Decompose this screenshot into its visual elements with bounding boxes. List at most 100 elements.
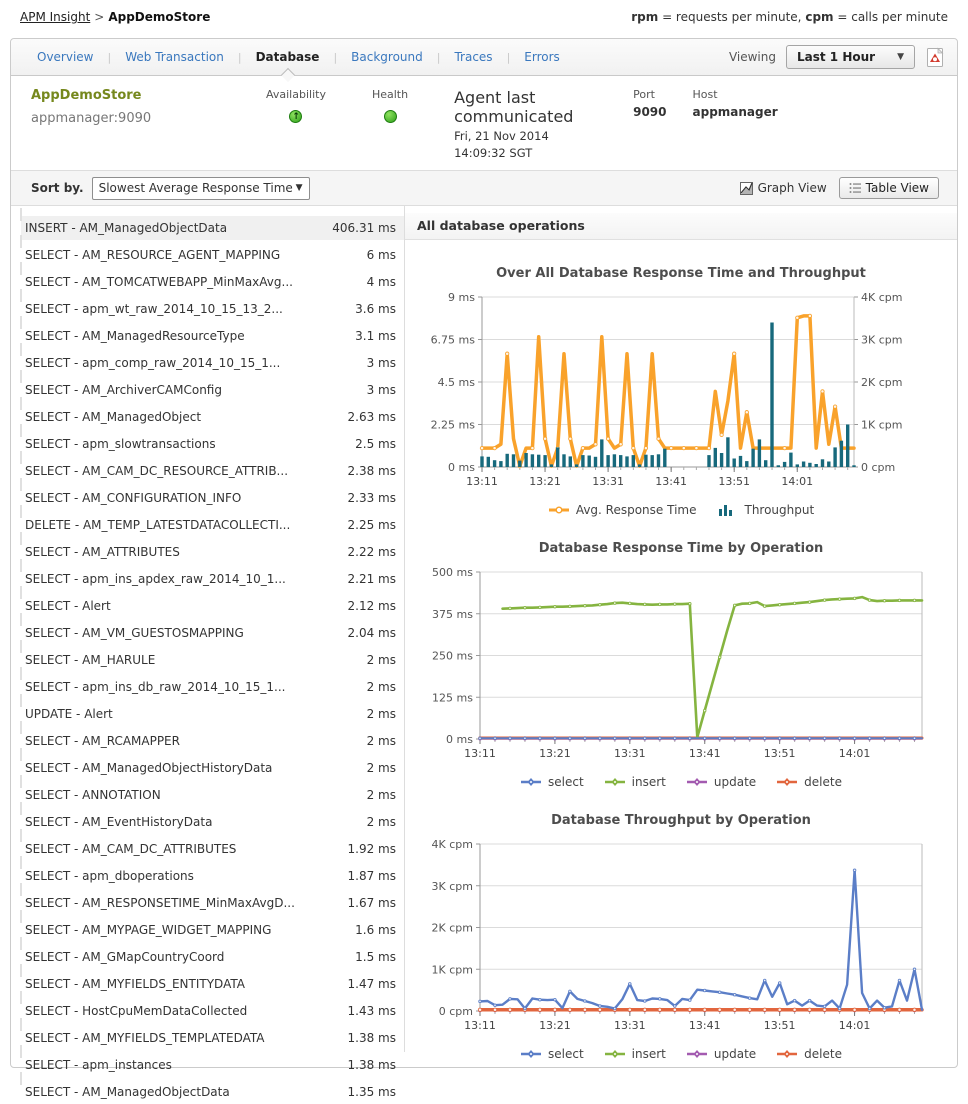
rpm-text: = requests per minute, (658, 10, 805, 24)
list-item[interactable]: SELECT - AM_GMapCountryCoord1.5 ms (21, 945, 404, 969)
list-item[interactable]: SELECT - AM_ManagedObjectHistoryData2 ms (21, 756, 404, 780)
tab-database[interactable]: Database (242, 50, 334, 64)
list-item[interactable]: SELECT - apm_comp_raw_2014_10_15_1...3 m… (21, 351, 404, 375)
list-item[interactable]: SELECT - apm_ins_apdex_raw_2014_10_1...2… (21, 567, 404, 591)
pdf-export-icon[interactable] (925, 47, 945, 68)
list-item[interactable]: SELECT - apm_instances1.38 ms (21, 1053, 404, 1077)
list-item[interactable]: SELECT - AM_ArchiverCAMConfig3 ms (21, 378, 404, 402)
operations-list: INSERT - AM_ManagedObjectData406.31 ms SE… (11, 206, 404, 1052)
tab-overview[interactable]: Overview (23, 50, 108, 64)
list-item[interactable]: SELECT - apm_ins_db_raw_2014_10_15_1...2… (21, 675, 404, 699)
operation-response-time: 2.38 ms (348, 459, 396, 483)
main-card: Overview|Web Transaction|Database|Backgr… (10, 38, 958, 1068)
legend-label: insert (632, 1047, 666, 1061)
svg-text:0 ms: 0 ms (446, 733, 473, 746)
operation-response-time: 3 ms (367, 351, 396, 375)
operation-name: SELECT - AM_MYPAGE_WIDGET_MAPPING (25, 918, 271, 942)
list-item[interactable]: SELECT - AM_VM_GUESTOSMAPPING2.04 ms (21, 621, 404, 645)
health-block: Health (372, 88, 408, 160)
availability-block: Availability ↑ (266, 88, 326, 160)
graph-view-button[interactable]: Graph View (740, 181, 827, 195)
agent-time: 14:09:32 SGT (454, 146, 619, 160)
sort-bar: Sort by. Slowest Average Response Time ▼… (11, 170, 957, 206)
agent-block: Agent last communicated Fri, 21 Nov 2014… (454, 88, 619, 160)
list-item[interactable]: INSERT - AM_ManagedObjectData406.31 ms (21, 216, 404, 240)
list-item[interactable]: DELETE - AM_TEMP_LATESTDATACOLLECTI...2.… (21, 513, 404, 537)
list-item[interactable]: SELECT - AM_ATTRIBUTES2.22 ms (21, 540, 404, 564)
svg-text:13:51: 13:51 (764, 1019, 796, 1032)
svg-text:13:11: 13:11 (466, 475, 498, 488)
list-item[interactable]: SELECT - Alert2.12 ms (21, 594, 404, 618)
legend-label: insert (632, 775, 666, 789)
list-item[interactable]: SELECT - AM_RESPONSETIME_MinMaxAvgD...1.… (21, 891, 404, 915)
svg-text:375 ms: 375 ms (432, 608, 473, 621)
list-item[interactable]: SELECT - AM_RESOURCE_AGENT_MAPPING6 ms (21, 243, 404, 267)
tab-web-transaction[interactable]: Web Transaction (111, 50, 238, 64)
list-item[interactable]: SELECT - ANNOTATION2 ms (21, 783, 404, 807)
legend-item-delete: delete (776, 1047, 842, 1061)
list-item[interactable]: SELECT - AM_MYFIELDS_ENTITYDATA1.47 ms (21, 972, 404, 996)
breadcrumb-current: AppDemoStore (108, 10, 210, 24)
list-item[interactable]: SELECT - AM_HARULE2 ms (21, 648, 404, 672)
chart-panel: All database operations Over All Databas… (404, 206, 957, 1052)
operation-name: SELECT - AM_CONFIGURATION_INFO (25, 486, 241, 510)
operation-name: SELECT - AM_ManagedObjectData (25, 1080, 230, 1104)
svg-text:3K cpm: 3K cpm (861, 334, 902, 347)
list-item[interactable]: SELECT - AM_TOMCATWEBAPP_MinMaxAvg...4 m… (21, 270, 404, 294)
legend-label: select (548, 775, 584, 789)
legend-label: select (548, 1047, 584, 1061)
tab-traces[interactable]: Traces (440, 50, 506, 64)
svg-text:13:41: 13:41 (689, 1019, 721, 1032)
chevron-down-icon: ▼ (296, 183, 303, 193)
list-item[interactable]: SELECT - AM_MYFIELDS_TEMPLATEDATA1.38 ms (21, 1026, 404, 1050)
svg-text:14:01: 14:01 (839, 747, 871, 760)
chart-block: Over All Database Response Time and Thro… (412, 266, 950, 517)
operation-response-time: 3.1 ms (355, 324, 396, 348)
svg-text:2.25 ms: 2.25 ms (431, 419, 476, 432)
list-item[interactable]: SELECT - AM_CAM_DC_RESOURCE_ATTRIB...2.3… (21, 459, 404, 483)
chart-panel-header: All database operations (405, 213, 957, 240)
legend-item-insert: insert (604, 775, 666, 789)
table-list-icon (849, 182, 861, 194)
legend-marker-icon (686, 776, 708, 788)
list-item[interactable]: SELECT - AM_ManagedResourceType3.1 ms (21, 324, 404, 348)
table-view-button[interactable]: Table View (839, 177, 939, 199)
list-item[interactable]: SELECT - AM_ManagedObject2.63 ms (21, 405, 404, 429)
svg-text:13:11: 13:11 (464, 1019, 496, 1032)
svg-text:1K cpm: 1K cpm (861, 419, 902, 432)
operation-name: SELECT - AM_EventHistoryData (25, 810, 212, 834)
charts-container: Over All Database Response Time and Thro… (405, 266, 957, 1061)
list-item[interactable]: SELECT - AM_CONFIGURATION_INFO2.33 ms (21, 486, 404, 510)
list-item[interactable]: SELECT - AM_ManagedObjectData1.35 ms (21, 1080, 404, 1104)
list-item[interactable]: SELECT - apm_wt_raw_2014_10_15_13_2...3.… (21, 297, 404, 321)
svg-text:14:01: 14:01 (781, 475, 813, 488)
svg-text:3K cpm: 3K cpm (432, 880, 473, 893)
legend-marker-icon (604, 776, 626, 788)
list-item[interactable]: SELECT - AM_EventHistoryData2 ms (21, 810, 404, 834)
operation-response-time: 3.6 ms (355, 297, 396, 321)
operation-name: SELECT - apm_ins_db_raw_2014_10_15_1... (25, 675, 285, 699)
svg-text:1K cpm: 1K cpm (432, 963, 473, 976)
list-item[interactable]: SELECT - AM_MYPAGE_WIDGET_MAPPING1.6 ms (21, 918, 404, 942)
legend-item-avg-response-time: Avg. Response Time (548, 503, 697, 517)
tab-errors[interactable]: Errors (510, 50, 574, 64)
operation-response-time: 2 ms (367, 648, 396, 672)
list-item[interactable]: SELECT - apm_slowtransactions2.5 ms (21, 432, 404, 456)
svg-text:9 ms: 9 ms (448, 291, 475, 304)
svg-text:13:51: 13:51 (718, 475, 750, 488)
list-item[interactable]: SELECT - AM_CAM_DC_ATTRIBUTES1.92 ms (21, 837, 404, 861)
list-item[interactable]: SELECT - apm_dboperations1.87 ms (21, 864, 404, 888)
operation-response-time: 2.21 ms (348, 567, 396, 591)
chart-title: Database Response Time by Operation (412, 541, 950, 556)
operation-name: SELECT - Alert (25, 594, 111, 618)
breadcrumb-apm-insight-link[interactable]: APM Insight (20, 10, 90, 24)
sort-dropdown[interactable]: Slowest Average Response Time ▼ (92, 177, 310, 200)
time-range-dropdown[interactable]: Last 1 Hour ▼ (786, 45, 915, 69)
svg-text:13:51: 13:51 (764, 747, 796, 760)
list-item[interactable]: SELECT - HostCpuMemDataCollected1.43 ms (21, 999, 404, 1023)
app-info-row: AppDemoStore appmanager:9090 Availabilit… (11, 76, 957, 170)
list-item[interactable]: UPDATE - Alert2 ms (21, 702, 404, 726)
tab-background[interactable]: Background (337, 50, 437, 64)
list-item[interactable]: SELECT - AM_RCAMAPPER2 ms (21, 729, 404, 753)
legend-marker-icon (686, 1048, 708, 1060)
